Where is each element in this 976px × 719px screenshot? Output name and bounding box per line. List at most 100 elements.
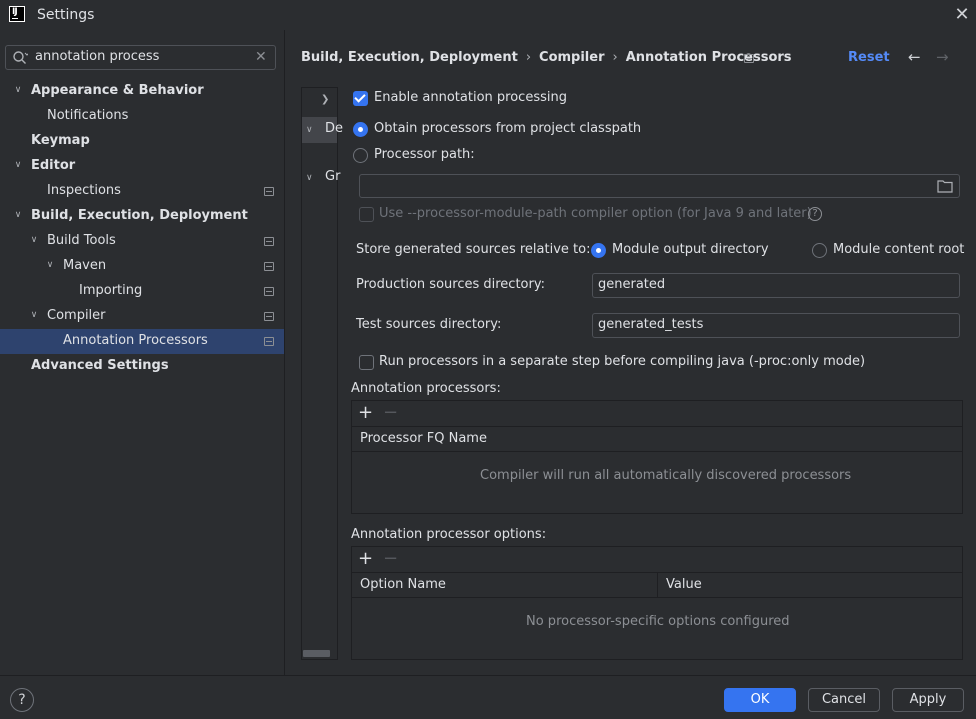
ok-button[interactable]: OK [724,688,796,712]
table-header: Option Name Value [352,573,962,598]
apply-button[interactable]: Apply [892,688,964,712]
chevron-down-icon[interactable]: ∨ [27,233,41,247]
sidebar-item-label: Advanced Settings [31,358,169,373]
sidebar-item-build-tools[interactable]: ∨ Build Tools [0,229,284,254]
breadcrumb-item: Annotation Processors [625,50,792,65]
sidebar-item-keymap[interactable]: Keymap [0,129,284,154]
remove-icon[interactable]: − [383,404,398,422]
column-header-value[interactable]: Value [666,577,702,593]
sidebar-item-label: Importing [79,283,143,298]
sidebar-item-label: Notifications [47,108,129,123]
chevron-down-icon[interactable]: ∨ [43,258,57,272]
chevron-down-icon[interactable]: ∨ [11,158,25,172]
chevron-down-icon[interactable]: ∨ [27,308,41,322]
project-scope-icon [264,287,274,296]
processor-options-table: + − Option Name Value No processor-speci… [351,546,963,660]
sidebar-item-importing[interactable]: Importing [0,279,284,304]
separate-step-label[interactable]: Run processors in a separate step before… [379,354,865,370]
window-title: Settings [37,7,95,23]
module-output-directory-label[interactable]: Module output directory [612,242,769,258]
profile-item-label[interactable]: De [325,121,343,137]
project-scope-icon [264,262,274,271]
breadcrumb-separator: › [612,50,618,65]
module-path-option-checkbox[interactable] [359,207,374,222]
sidebar-item-label: Build, Execution, Deployment [31,208,248,223]
breadcrumb-item: Compiler [539,50,605,65]
chevron-right-icon[interactable]: ❯ [321,92,329,108]
project-scope-icon [264,187,274,196]
remove-icon[interactable]: − [383,550,398,568]
breadcrumb-separator: › [525,50,532,65]
module-content-root-radio[interactable] [812,243,827,258]
separate-step-checkbox[interactable] [359,355,374,370]
app-logo-icon: IJ [9,6,25,22]
sidebar-item-annotation-processors[interactable]: Annotation Processors [0,329,284,354]
chevron-down-icon[interactable]: ∨ [306,122,313,138]
sidebar-item-label: Editor [31,158,76,173]
obtain-from-classpath-radio[interactable] [353,122,368,137]
project-scope-icon [264,312,274,321]
sidebar-item-maven[interactable]: ∨ Maven [0,254,284,279]
cancel-button[interactable]: Cancel [808,688,880,712]
sidebar-item-label: Compiler [47,308,106,323]
help-button[interactable]: ? [10,688,34,712]
obtain-from-classpath-label[interactable]: Obtain processors from project classpath [374,121,641,137]
chevron-down-icon[interactable]: ∨ [11,83,25,97]
sidebar-item-appearance-behavior[interactable]: ∨ Appearance & Behavior [0,79,284,104]
project-scope-icon [264,337,274,346]
column-divider[interactable] [657,573,658,598]
module-path-option-label: Use --processor-module-path compiler opt… [379,206,812,221]
help-icon[interactable]: ? [808,207,822,221]
add-icon[interactable]: + [358,404,373,422]
add-icon[interactable]: + [358,550,373,568]
sidebar-item-editor[interactable]: ∨ Editor [0,154,284,179]
sidebar-item-compiler[interactable]: ∨ Compiler [0,304,284,329]
processor-options-title: Annotation processor options: [351,527,547,542]
sidebar-item-notifications[interactable]: Notifications [0,104,284,129]
splitter[interactable] [284,30,285,675]
sidebar-item-label: Build Tools [47,233,116,248]
enable-annotation-processing-label[interactable]: Enable annotation processing [374,90,567,106]
sidebar-item-label: Annotation Processors [63,333,208,348]
annotation-processors-title: Annotation processors: [351,381,501,396]
arrow-left-icon[interactable]: ← [908,49,921,65]
sidebar-item-label: Inspections [47,183,121,198]
module-output-directory-radio[interactable] [591,243,606,258]
footer-divider [0,675,976,676]
close-icon[interactable]: ✕ [952,5,972,25]
horizontal-scrollbar[interactable] [303,650,330,657]
project-scope-icon [744,54,754,63]
production-dir-value[interactable]: generated [598,277,665,293]
test-dir-label: Test sources directory: [356,317,502,332]
store-generated-label: Store generated sources relative to: [356,242,591,257]
breadcrumb: Build, Execution, Deployment › Compiler › An… [301,50,792,66]
sidebar-item-label: Appearance & Behavior [31,83,204,98]
project-scope-icon [264,237,274,246]
table-header: Processor FQ Name [352,427,962,452]
column-header-option-name[interactable]: Option Name [360,577,446,593]
profile-item-label[interactable]: Gr [325,169,340,185]
folder-icon[interactable] [937,179,953,193]
enable-annotation-processing-checkbox[interactable] [353,91,368,106]
title-bar [0,0,976,30]
sidebar-item-label: Keymap [31,133,90,148]
table-toolbar: + − [352,547,962,573]
annotation-processors-table: + − Processor FQ Name Compiler will run … [351,400,963,514]
arrow-right-icon[interactable]: → [936,49,949,65]
column-header-processor-fq-name[interactable]: Processor FQ Name [360,431,487,447]
sidebar-item-build-execution-deployment[interactable]: ∨ Build, Execution, Deployment [0,204,284,229]
search-input[interactable] [35,49,245,64]
processor-path-field[interactable] [359,174,960,198]
test-dir-value[interactable]: generated_tests [598,317,703,333]
sidebar-item-inspections[interactable]: Inspections [0,179,284,204]
module-content-root-label[interactable]: Module content root [833,242,964,258]
clear-search-icon[interactable]: ✕ [255,50,267,64]
search-icon[interactable] [12,50,28,66]
reset-link[interactable]: Reset [848,50,890,66]
chevron-down-icon[interactable]: ∨ [11,208,25,222]
sidebar-item-advanced-settings[interactable]: Advanced Settings [0,354,284,379]
chevron-down-icon[interactable]: ∨ [306,170,313,186]
processor-path-label[interactable]: Processor path: [374,147,475,163]
processor-path-radio[interactable] [353,148,368,163]
empty-table-text: No processor-specific options configured [526,614,790,629]
